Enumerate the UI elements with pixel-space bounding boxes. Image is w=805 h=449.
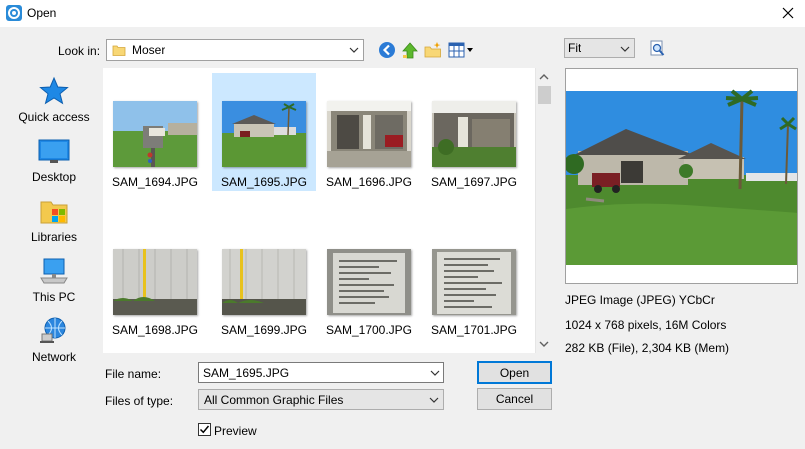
close-icon <box>782 7 794 19</box>
zoom-combo[interactable]: Fit <box>564 38 635 58</box>
up-folder-button[interactable] <box>400 40 420 60</box>
preview-checkbox[interactable] <box>198 423 211 436</box>
file-name: SAM_1698.JPG <box>111 323 199 337</box>
file-name: SAM_1699.JPG <box>220 323 308 337</box>
scrollbar-thumb[interactable] <box>538 86 551 104</box>
magnifier-icon <box>650 40 665 56</box>
back-button[interactable] <box>377 40 397 60</box>
libraries-icon <box>40 201 68 224</box>
cancel-button[interactable]: Cancel <box>477 388 552 410</box>
place-label: This PC <box>32 290 76 304</box>
open-button[interactable]: Open <box>477 361 552 384</box>
new-folder-button[interactable] <box>423 40 443 60</box>
places-bar: Quick access Desktop Libraries This PC N… <box>4 68 96 368</box>
star-icon <box>39 76 69 105</box>
checkmark-icon <box>199 425 210 434</box>
filetype-value: All Common Graphic Files <box>204 392 344 407</box>
place-label: Libraries <box>30 230 78 244</box>
scroll-up-icon <box>539 74 549 80</box>
close-button[interactable] <box>776 2 800 24</box>
place-desktop[interactable]: Desktop <box>4 136 104 194</box>
file-name: SAM_1694.JPG <box>111 175 199 189</box>
view-menu-button[interactable] <box>447 40 475 60</box>
file-thumbnail <box>432 101 516 167</box>
file-thumbnail <box>222 101 306 167</box>
preview-info-type: JPEG Image (JPEG) YCbCr <box>565 293 715 307</box>
file-tile[interactable]: SAM_1697.JPG <box>422 73 526 191</box>
file-tile[interactable]: SAM_1699.JPG <box>212 221 316 339</box>
view-grid-icon <box>448 42 473 58</box>
lookin-combo[interactable]: Moser <box>106 39 364 61</box>
place-label: Desktop <box>31 170 77 184</box>
file-thumbnail <box>113 101 197 167</box>
desktop-icon <box>38 139 70 163</box>
place-label: Quick access <box>18 110 90 124</box>
filetype-combo[interactable]: All Common Graphic Files <box>198 389 444 410</box>
file-list[interactable]: SAM_1694.JPG SAM_1695.JPG SAM_1696.JPG S… <box>103 68 535 353</box>
scroll-down-icon <box>539 341 549 347</box>
file-thumbnail <box>222 249 306 315</box>
file-tile[interactable]: SAM_1694.JPG <box>103 73 207 191</box>
file-name: SAM_1695.JPG <box>220 175 308 189</box>
place-quick-access[interactable]: Quick access <box>4 76 104 134</box>
file-thumbnail <box>113 249 197 315</box>
file-list-scrollbar[interactable] <box>535 68 552 353</box>
file-name: SAM_1700.JPG <box>325 323 413 337</box>
zoom-preview-button[interactable] <box>647 39 667 59</box>
file-thumbnail <box>432 249 516 315</box>
zoom-value: Fit <box>568 41 582 55</box>
up-arrow-icon <box>402 42 418 59</box>
preview-info-size: 1024 x 768 pixels, 16M Colors <box>565 318 727 332</box>
chevron-down-icon <box>429 397 439 403</box>
window-title: Open <box>27 6 57 20</box>
preview-info-bytes: 282 KB (File), 2,304 KB (Mem) <box>565 341 730 355</box>
file-tile[interactable]: SAM_1701.JPG <box>422 221 526 339</box>
network-icon <box>40 317 66 343</box>
filetype-label: Files of type: <box>105 394 174 408</box>
filename-input[interactable] <box>198 362 444 383</box>
title-bar <box>0 0 805 27</box>
preview-checkbox-label: Preview <box>214 424 257 438</box>
folder-icon <box>112 45 126 56</box>
chevron-down-icon <box>430 370 440 376</box>
file-tile-selected[interactable]: SAM_1695.JPG <box>212 73 316 191</box>
file-name: SAM_1697.JPG <box>430 175 518 189</box>
file-thumbnail <box>327 101 411 167</box>
file-name: SAM_1696.JPG <box>325 175 413 189</box>
place-this-pc[interactable]: This PC <box>4 256 104 314</box>
file-tile[interactable]: SAM_1696.JPG <box>317 73 421 191</box>
file-tile[interactable]: SAM_1700.JPG <box>317 221 421 339</box>
file-tile[interactable]: SAM_1698.JPG <box>103 221 207 339</box>
computer-icon <box>40 258 68 284</box>
chevron-down-icon <box>620 46 630 52</box>
filename-label: File name: <box>105 367 162 381</box>
app-icon <box>6 5 22 21</box>
chevron-down-icon <box>349 47 359 53</box>
place-libraries[interactable]: Libraries <box>4 196 104 254</box>
file-thumbnail <box>327 249 411 315</box>
place-label: Network <box>31 350 76 364</box>
place-network[interactable]: Network <box>4 316 104 374</box>
file-name: SAM_1701.JPG <box>430 323 518 337</box>
new-folder-icon <box>424 42 441 58</box>
lookin-label: Look in: <box>58 44 101 58</box>
lookin-value: Moser <box>132 43 166 57</box>
image-preview <box>565 68 798 284</box>
back-arrow-icon <box>379 42 395 58</box>
